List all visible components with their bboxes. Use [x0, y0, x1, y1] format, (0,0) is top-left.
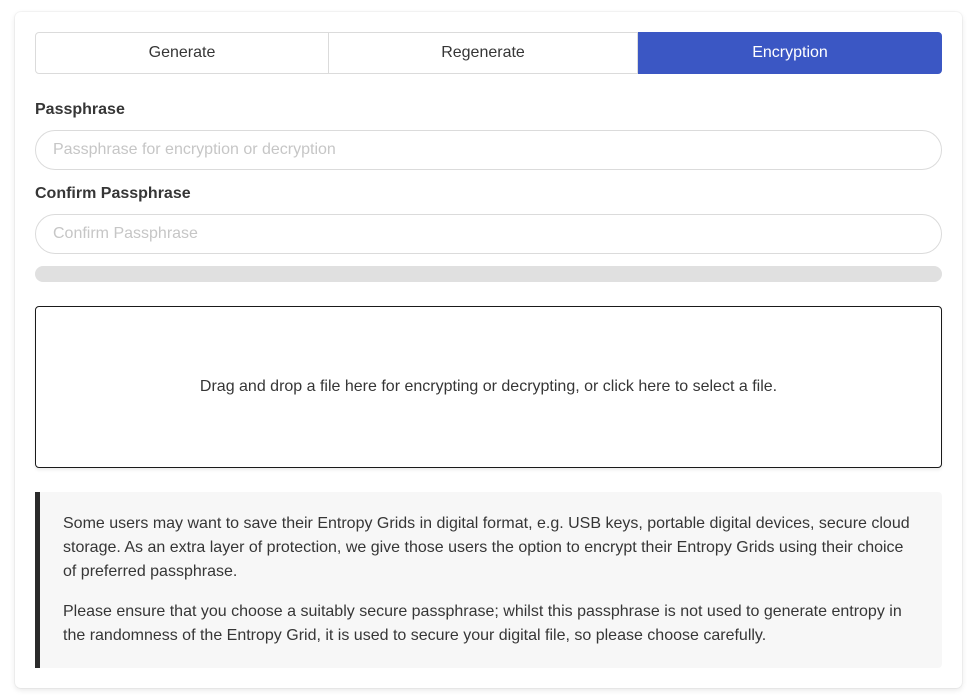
passphrase-input[interactable] [35, 130, 942, 170]
tab-encryption[interactable]: Encryption [638, 32, 942, 74]
tab-regenerate[interactable]: Regenerate [329, 32, 638, 74]
notice-paragraph: Please ensure that you choose a suitably… [63, 603, 902, 644]
notice-paragraph: Some users may want to save their Entrop… [63, 515, 910, 580]
confirm-passphrase-input[interactable] [35, 214, 942, 254]
confirm-passphrase-label: Confirm Passphrase [35, 185, 191, 202]
encryption-card: Generate Regenerate Encryption Passphras… [15, 12, 962, 688]
tab-generate[interactable]: Generate [35, 32, 329, 74]
encryption-notice: Some users may want to save their Entrop… [35, 492, 942, 668]
passphrase-label: Passphrase [35, 101, 125, 118]
passphrase-strength-bar [35, 266, 942, 282]
dropzone-text: Drag and drop a file here for encrypting… [199, 378, 778, 395]
tab-bar: Generate Regenerate Encryption [35, 32, 942, 74]
file-dropzone[interactable]: Drag and drop a file here for encrypting… [35, 306, 942, 468]
